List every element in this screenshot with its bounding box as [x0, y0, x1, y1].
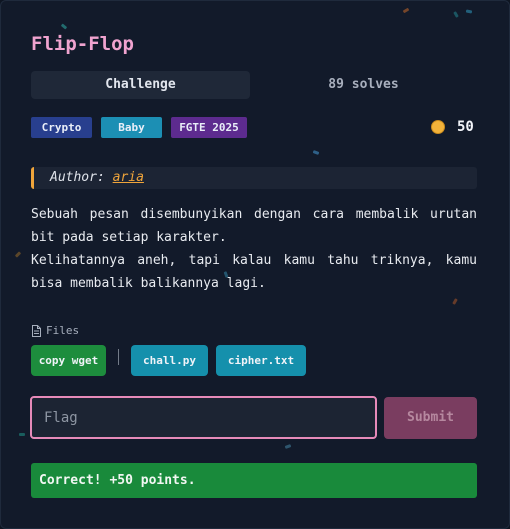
tag-event: FGTE 2025 [171, 117, 247, 138]
file-cipher-txt-button[interactable]: cipher.txt [216, 345, 306, 376]
coin-icon [431, 120, 445, 134]
success-message: Correct! +50 points. [31, 463, 477, 498]
flag-input[interactable] [30, 396, 377, 439]
author-link[interactable]: aria [113, 170, 144, 185]
challenge-modal: Flip-Flop Challenge 89 solves Crypto Bab… [0, 0, 510, 529]
files-heading: Files [31, 324, 79, 337]
submit-button[interactable]: Submit [384, 397, 477, 439]
confetti-decoration [453, 11, 459, 18]
tag-difficulty: Baby [101, 117, 162, 138]
confetti-decoration [284, 444, 292, 449]
challenge-title: Flip-Flop [31, 33, 134, 55]
file-icon [32, 324, 41, 337]
author-box: Author: aria [31, 167, 477, 189]
copy-wget-button[interactable]: copy wget [31, 345, 106, 376]
description-paragraph: Sebuah pesan disembunyikan dengan cara m… [31, 207, 477, 245]
tag-category: Crypto [31, 117, 92, 138]
confetti-decoration [465, 9, 473, 14]
challenge-description: Sebuah pesan disembunyikan dengan cara m… [31, 203, 477, 295]
confetti-decoration [452, 298, 458, 305]
challenge-points: 50 [457, 119, 474, 135]
confetti-decoration [60, 23, 68, 30]
file-chall-py-button[interactable]: chall.py [131, 345, 208, 376]
tab-challenge[interactable]: Challenge [31, 71, 250, 99]
challenge-tabs: Challenge 89 solves [31, 71, 477, 99]
confetti-decoration [402, 7, 410, 14]
description-paragraph: Kelihatannya aneh, tapi kalau kamu tahu … [31, 253, 477, 291]
author-label: Author: [50, 170, 105, 185]
tab-solves[interactable]: 89 solves [250, 71, 477, 99]
files-label: Files [46, 324, 80, 337]
confetti-decoration [312, 150, 320, 155]
file-divider [118, 349, 119, 365]
confetti-decoration [14, 251, 22, 258]
confetti-decoration [19, 433, 25, 436]
